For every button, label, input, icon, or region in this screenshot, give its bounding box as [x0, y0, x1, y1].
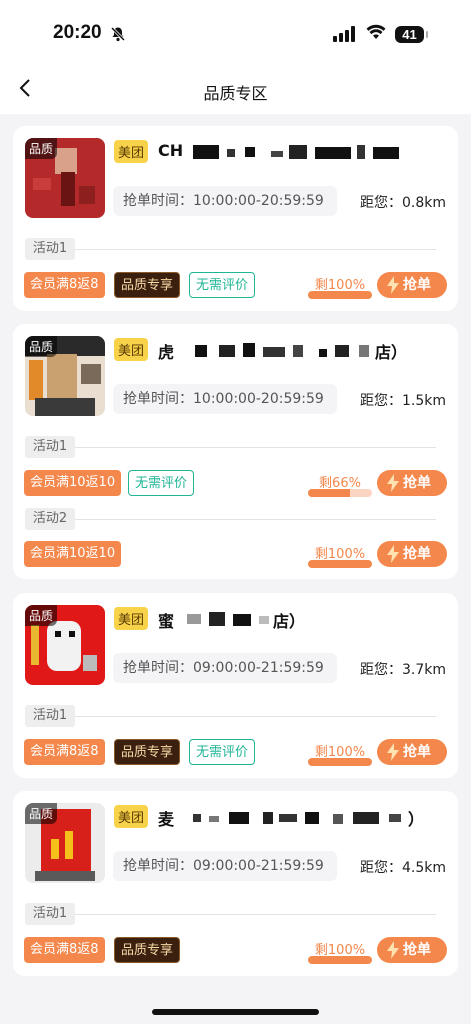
shop-name: 虎	[158, 343, 175, 362]
home-indicator	[152, 1009, 319, 1015]
grab-button-label: 抢单	[403, 744, 431, 760]
shop-image: 品质	[25, 336, 105, 416]
badge-quality-exclusive: 品质专享	[114, 272, 181, 298]
activity-label: 活动1	[25, 436, 75, 458]
shop-card[interactable]: 品质 美团 虎 店） 抢单时间：10:00:00-20:59:59 距您：1.5…	[13, 324, 458, 579]
blurred-shop-name	[187, 612, 269, 626]
platform-tag: 美团	[114, 140, 149, 163]
grab-time: 抢单时间：09:00:00-21:59:59	[113, 851, 337, 881]
grab-button[interactable]: 抢单	[377, 937, 447, 963]
blurred-shop-name	[193, 812, 401, 824]
shop-card[interactable]: 品质 美团 麦 ） 抢单时间：09:00:00-21:59:59 距您：4.5k…	[13, 791, 458, 976]
divider	[75, 249, 436, 250]
nav-bar: 品质专区	[0, 62, 471, 114]
shop-name: 蜜	[158, 612, 175, 631]
badge-cashback: 会员满8返8	[24, 937, 105, 963]
quality-tag: 品质	[25, 605, 58, 626]
page-title: 品质专区	[203, 84, 268, 103]
divider	[75, 519, 436, 520]
status-bar: 20:20 41	[0, 0, 471, 62]
blurred-shop-name	[193, 145, 399, 159]
divider	[75, 914, 436, 915]
grab-time: 抢单时间：10:00:00-20:59:59	[113, 186, 337, 216]
grab-button-label: 抢单	[403, 277, 431, 293]
distance: 距您：1.5km	[359, 393, 446, 409]
lightning-icon	[387, 545, 399, 563]
grab-button-label: 抢单	[403, 942, 431, 958]
grab-time: 抢单时间：09:00:00-21:59:59	[113, 653, 337, 683]
shop-name: 麦	[158, 810, 175, 829]
platform-tag: 美团	[114, 338, 149, 361]
lightning-icon	[387, 743, 399, 761]
grab-button-label: 抢单	[403, 475, 431, 491]
grab-button-label: 抢单	[403, 546, 431, 562]
activity-label: 活动1	[25, 903, 75, 925]
shop-card[interactable]: 品质 美团 蜜 店） 抢单时间：09:00:00-21:59:59 距您：3.7…	[13, 593, 458, 778]
platform-tag: 美团	[114, 607, 149, 630]
badge-cashback: 会员满10返10	[24, 470, 122, 496]
shop-card[interactable]: 品质 美团 CH 抢单时间：10:00:00-20:59:59 距您：0.8km…	[13, 126, 458, 311]
shop-image: 品质	[25, 803, 105, 883]
grab-button[interactable]: 抢单	[377, 470, 447, 496]
grab-button[interactable]: 抢单	[377, 739, 447, 765]
status-time: 20:20	[53, 22, 102, 43]
shop-name-end: ）	[408, 810, 425, 829]
shop-name: CH	[158, 141, 184, 160]
grab-time: 抢单时间：10:00:00-20:59:59	[113, 384, 337, 414]
activity-label: 活动2	[25, 508, 75, 530]
battery-icon: 41	[395, 26, 428, 43]
shop-name-end: 店）	[375, 343, 408, 362]
remaining-progress	[308, 758, 372, 766]
lightning-icon	[387, 276, 399, 294]
badge-no-review: 无需评价	[189, 739, 256, 765]
distance: 距您：4.5km	[359, 860, 446, 876]
grab-button[interactable]: 抢单	[377, 541, 447, 567]
activity-label: 活动1	[25, 705, 75, 727]
badge-cashback: 会员满8返8	[24, 739, 105, 765]
grab-button[interactable]: 抢单	[377, 272, 447, 298]
blurred-shop-name	[195, 343, 369, 357]
quality-tag: 品质	[25, 803, 58, 824]
shop-name-end: 店）	[273, 612, 306, 631]
remaining-progress	[308, 560, 372, 568]
shop-image: 品质	[25, 605, 105, 685]
remaining-progress	[308, 956, 372, 964]
badge-no-review: 无需评价	[128, 470, 195, 496]
distance: 距您：3.7km	[359, 662, 446, 678]
divider	[75, 716, 436, 717]
remaining-progress	[308, 291, 372, 299]
quality-tag: 品质	[25, 138, 58, 159]
badge-no-review: 无需评价	[189, 272, 256, 298]
remaining-progress	[308, 489, 372, 497]
lightning-icon	[387, 941, 399, 959]
signal-icon	[333, 26, 357, 46]
wifi-icon	[366, 24, 386, 44]
badge-quality-exclusive: 品质专享	[114, 937, 181, 963]
badge-quality-exclusive: 品质专享	[114, 739, 181, 765]
lightning-icon	[387, 474, 399, 492]
badge-cashback: 会员满10返10	[24, 541, 122, 567]
shop-image: 品质	[25, 138, 105, 218]
bell-slash-icon	[110, 26, 126, 46]
platform-tag: 美团	[114, 805, 149, 828]
activity-label: 活动1	[25, 238, 75, 260]
badge-cashback: 会员满8返8	[24, 272, 105, 298]
distance: 距您：0.8km	[359, 195, 446, 211]
quality-tag: 品质	[25, 336, 58, 357]
divider	[75, 447, 436, 448]
